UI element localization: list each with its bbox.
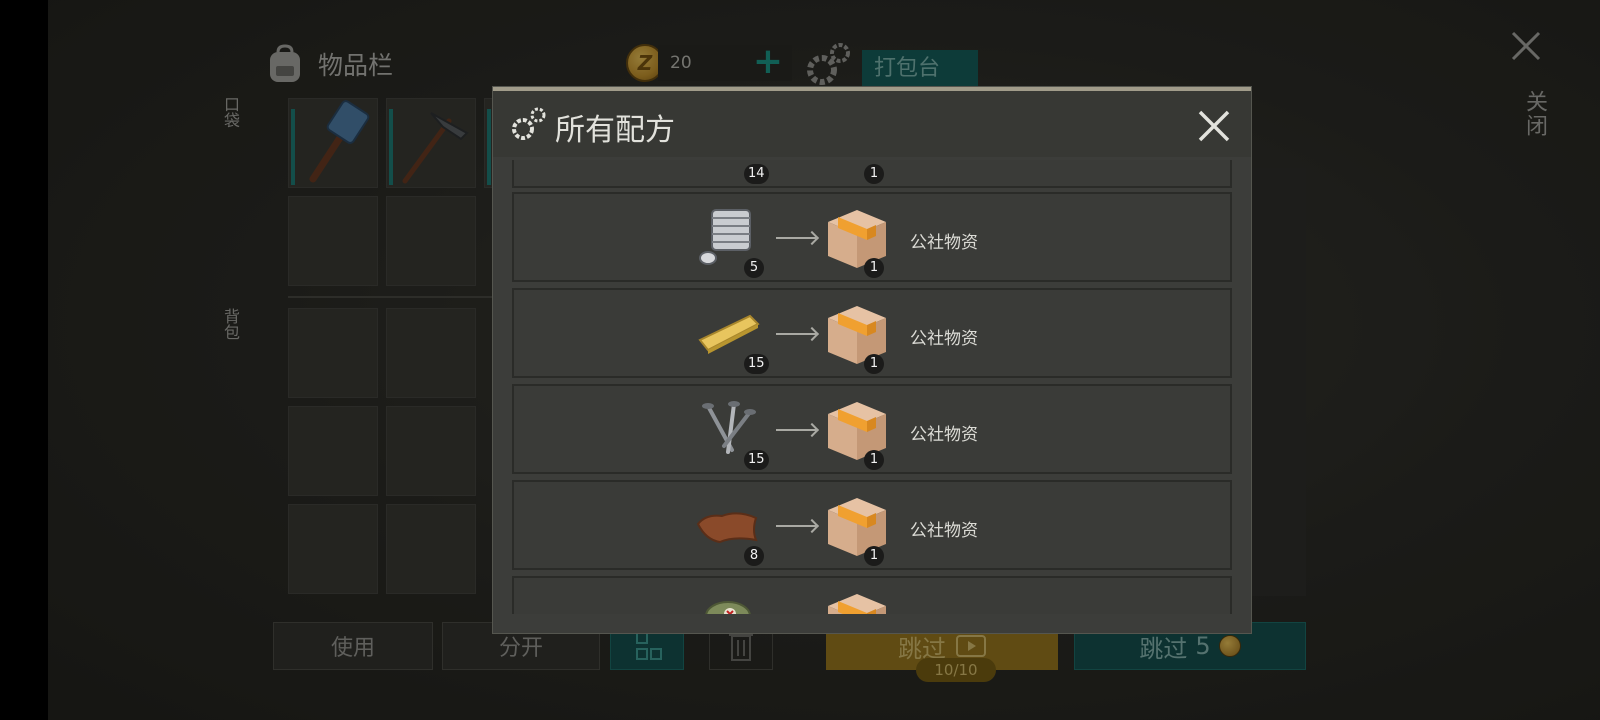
coin-icon bbox=[1218, 635, 1241, 657]
gears-icon bbox=[512, 107, 546, 140]
recipe-name: 公社物资 bbox=[910, 521, 978, 541]
backpack-icon bbox=[270, 44, 300, 82]
recipes-modal: 所有配方 14 1 5 1 公社物资 15 1 公社物资 15 1 公社物资 8… bbox=[493, 87, 1251, 633]
backpack-slot[interactable] bbox=[386, 308, 476, 398]
pocket-slot-pickaxe[interactable] bbox=[386, 98, 476, 188]
skip-coin-cost: 5 bbox=[1195, 632, 1211, 660]
medical-canteen-icon bbox=[705, 601, 751, 614]
skip-coin-label: 跳过 bbox=[1139, 634, 1188, 663]
backpack-slot[interactable] bbox=[386, 504, 476, 594]
ingredient-count: 15 bbox=[744, 450, 769, 470]
output-count: 1 bbox=[864, 450, 884, 470]
coin-amount: 20 bbox=[658, 45, 744, 81]
pocket-label: 口袋 bbox=[221, 96, 240, 128]
backpack-label: 背包 bbox=[221, 308, 240, 340]
storage-panel bbox=[1248, 168, 1306, 596]
inventory-header: 物品栏 bbox=[266, 44, 393, 84]
recipe-row[interactable]: 14 1 bbox=[512, 160, 1232, 188]
backpack-slot[interactable] bbox=[288, 406, 378, 496]
close-icon[interactable] bbox=[1197, 109, 1231, 143]
close-label: 关闭 bbox=[1522, 90, 1547, 138]
video-play-icon bbox=[956, 635, 986, 657]
ingredient-count: 5 bbox=[744, 258, 764, 278]
coin-balance: Z 20 + bbox=[626, 44, 792, 82]
pocket-slot-5[interactable] bbox=[386, 196, 476, 286]
ingredient-count: 14 bbox=[744, 164, 769, 184]
recipe-row[interactable]: 5 1 公社物资 bbox=[512, 192, 1232, 282]
output-count: 1 bbox=[864, 546, 884, 566]
skip-ad-count: 10/10 bbox=[916, 658, 996, 682]
arrow-icon bbox=[776, 429, 816, 431]
recipe-row[interactable] bbox=[512, 576, 1232, 614]
use-button[interactable]: 使用 bbox=[273, 622, 433, 670]
arrow-icon bbox=[776, 333, 816, 335]
cardboard-box-icon bbox=[828, 594, 886, 614]
game-screen: 物品栏 Z 20 + 打包台 关闭 口袋 背包 使用 分开 跳过 10/10 跳… bbox=[48, 0, 1600, 720]
recipe-row[interactable]: 15 1 公社物资 bbox=[512, 288, 1232, 378]
arrow-icon bbox=[776, 237, 816, 239]
backpack-slot[interactable] bbox=[386, 406, 476, 496]
pocket-slot-4[interactable] bbox=[288, 196, 378, 286]
pocket-slot-sledgehammer[interactable] bbox=[288, 98, 378, 188]
ingredient-count: 15 bbox=[744, 354, 769, 374]
output-count: 1 bbox=[864, 354, 884, 374]
backpack-slot[interactable] bbox=[288, 308, 378, 398]
output-count: 1 bbox=[864, 258, 884, 278]
trash-icon bbox=[729, 634, 753, 661]
inventory-title: 物品栏 bbox=[318, 51, 394, 80]
pickaxe-icon bbox=[402, 112, 469, 184]
recipe-name: 公社物资 bbox=[910, 425, 978, 445]
add-coins-button[interactable]: + bbox=[744, 44, 792, 81]
tab-pack-station[interactable]: 打包台 bbox=[862, 50, 978, 88]
section-divider bbox=[288, 296, 498, 298]
ingredient-count: 8 bbox=[744, 546, 764, 566]
modal-header: 所有配方 bbox=[493, 91, 1251, 157]
sledgehammer-icon bbox=[309, 100, 370, 183]
recipe-name: 公社物资 bbox=[910, 329, 978, 349]
recipe-name: 公社物资 bbox=[910, 233, 978, 253]
modal-title: 所有配方 bbox=[555, 113, 675, 148]
recipe-list[interactable]: 14 1 5 1 公社物资 15 1 公社物资 15 1 公社物资 8 1 公社… bbox=[512, 160, 1232, 614]
arrow-icon bbox=[776, 525, 816, 527]
gears-icon bbox=[807, 43, 850, 85]
output-count: 1 bbox=[864, 164, 884, 184]
backpack-slot[interactable] bbox=[288, 504, 378, 594]
recipe-row[interactable]: 15 1 公社物资 bbox=[512, 384, 1232, 474]
close-icon[interactable] bbox=[1510, 30, 1542, 62]
recipe-row[interactable]: 8 1 公社物资 bbox=[512, 480, 1232, 570]
